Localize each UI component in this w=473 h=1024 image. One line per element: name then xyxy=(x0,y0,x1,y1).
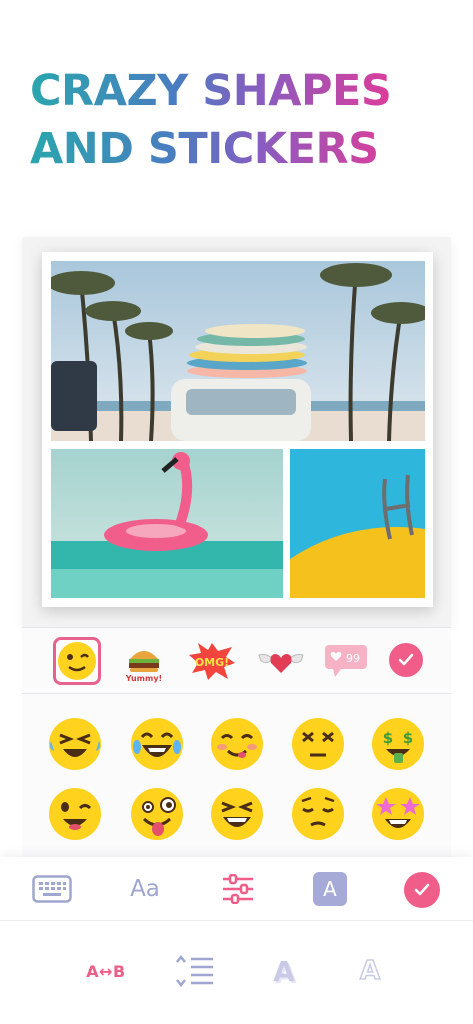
color-tool-label: A xyxy=(323,877,337,901)
headline-line-2: AND STICKERS xyxy=(30,120,450,178)
sliders-icon xyxy=(223,874,253,904)
wink-emoji-icon xyxy=(58,642,96,680)
photo-pool-ladder[interactable] xyxy=(290,449,425,598)
color-swatch: A xyxy=(313,872,347,906)
dizzy-x-eyes-emoji[interactable] xyxy=(289,715,347,773)
confirm-circle xyxy=(404,872,440,908)
photo-collage[interactable] xyxy=(42,252,433,607)
omg-comic-icon: OMG! xyxy=(189,643,235,680)
crying-laughing-emoji[interactable] xyxy=(46,715,104,773)
font-a-label: A xyxy=(273,954,295,988)
yum-emoji[interactable] xyxy=(208,715,266,773)
text-options-row: A↔B A A xyxy=(0,922,473,1024)
tab-food-stickers[interactable]: Yummy! xyxy=(120,637,168,685)
pensive-emoji[interactable] xyxy=(289,785,347,843)
letter-spacing-label: A↔B xyxy=(86,961,126,981)
photo-beach-van[interactable] xyxy=(51,261,425,441)
headline: CRAZY SHAPES AND STICKERS xyxy=(30,62,450,178)
confirm-button[interactable] xyxy=(403,871,441,909)
star-struck-emoji[interactable] xyxy=(369,785,427,843)
checkmark-icon xyxy=(398,653,414,666)
outline-button[interactable]: A xyxy=(352,952,388,990)
money-mouth-emoji[interactable]: $ $ xyxy=(369,715,427,773)
tab-social-stickers[interactable]: 99 xyxy=(322,637,370,685)
omg-text: OMG! xyxy=(195,656,229,669)
line-spacing-button[interactable] xyxy=(172,954,216,988)
svg-text:$: $ xyxy=(403,729,413,747)
photo-flamingo-float[interactable] xyxy=(51,449,283,598)
headline-line-1: CRAZY SHAPES xyxy=(30,62,450,120)
like-count-text: 99 xyxy=(346,652,360,665)
text-color-button[interactable]: A xyxy=(311,871,349,907)
like-counter-icon: 99 xyxy=(325,645,367,677)
adjust-button[interactable] xyxy=(218,871,258,907)
grinning-squint-emoji[interactable] xyxy=(208,785,266,843)
winking-emoji[interactable] xyxy=(46,785,104,843)
svg-text:$: $ xyxy=(383,729,393,747)
text-style-button[interactable]: Aa xyxy=(120,871,170,907)
text-style-label: Aa xyxy=(130,876,160,902)
tool-row: Aa A xyxy=(0,857,473,921)
bottom-toolbar: Aa A A↔B A A xyxy=(0,857,473,1024)
emoji-grid: $ $ xyxy=(22,700,451,855)
letter-spacing-button[interactable]: A↔B xyxy=(78,956,134,986)
tears-of-joy-emoji[interactable] xyxy=(128,715,186,773)
checkmark-icon xyxy=(414,883,430,896)
sticker-category-tabs: Yummy! OMG! 99 xyxy=(22,628,451,694)
tab-love-stickers[interactable] xyxy=(257,637,305,685)
zany-tongue-emoji[interactable] xyxy=(128,785,186,843)
keyboard-icon xyxy=(32,875,72,903)
tab-comic-stickers[interactable]: OMG! xyxy=(188,637,236,685)
winged-heart-icon xyxy=(258,654,304,673)
tab-emoji[interactable] xyxy=(53,637,101,685)
outline-a-label: A xyxy=(359,955,381,987)
keyboard-button[interactable] xyxy=(30,871,74,907)
yummy-text: Yummy! xyxy=(125,674,162,683)
font-button[interactable]: A xyxy=(266,952,302,990)
burger-yummy-icon: Yummy! xyxy=(125,651,162,683)
line-spacing-icon xyxy=(176,954,213,988)
sticker-confirm-button[interactable] xyxy=(389,643,423,677)
